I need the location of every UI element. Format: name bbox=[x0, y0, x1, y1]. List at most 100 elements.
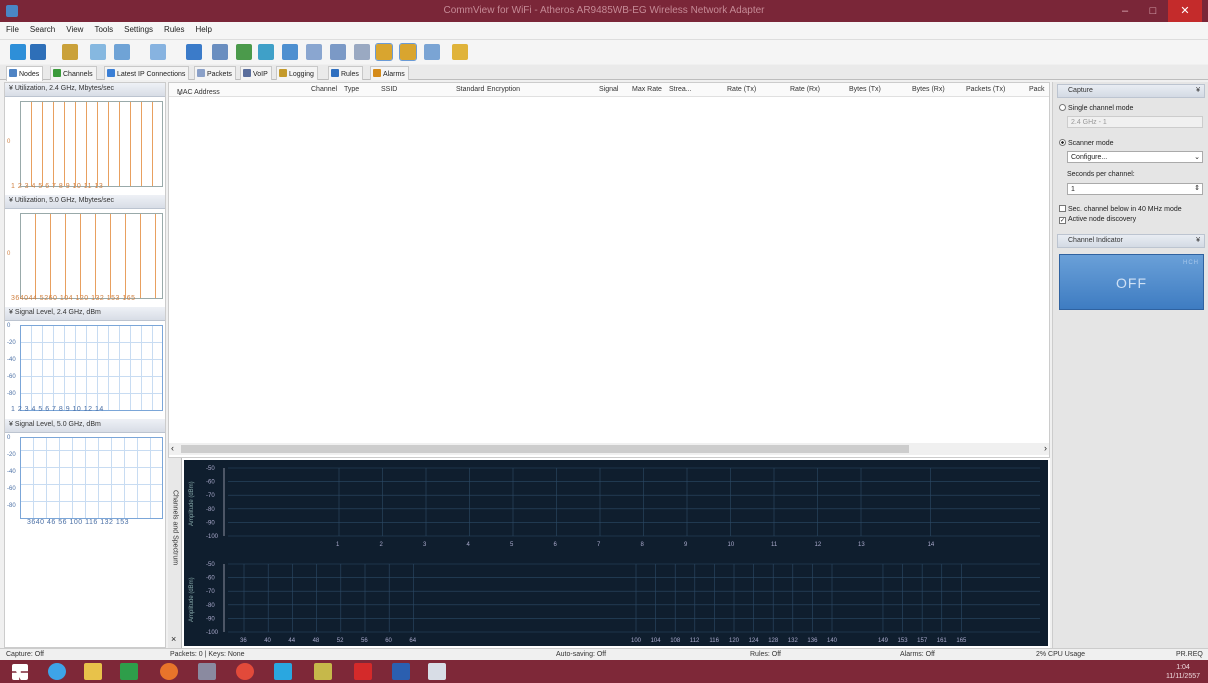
window-title: CommView for WiFi - Atheros AR9485WB-EG … bbox=[443, 5, 765, 16]
tab-voip[interactable]: VoIP bbox=[240, 66, 272, 80]
sec-channel-label: Sec. channel below in 40 MHz mode bbox=[1068, 206, 1182, 213]
store-icon[interactable] bbox=[120, 663, 138, 680]
scanner-mode-radio[interactable]: Scanner mode bbox=[1059, 139, 1114, 147]
open-log-icon[interactable] bbox=[62, 44, 78, 60]
nodes-icon[interactable] bbox=[236, 44, 252, 60]
pin-icon[interactable] bbox=[424, 44, 440, 60]
tab-rules[interactable]: Rules bbox=[328, 66, 363, 80]
settings-icon[interactable] bbox=[282, 44, 298, 60]
col-bytes-rx[interactable]: Bytes (Rx) bbox=[912, 86, 945, 93]
y-axis-label: -80 bbox=[7, 391, 16, 397]
col-signal[interactable]: Signal bbox=[599, 86, 618, 93]
scrollbar-thumb[interactable] bbox=[181, 445, 909, 453]
clock[interactable]: 1:04 11/11/2557 bbox=[1166, 663, 1200, 681]
col-encryption[interactable]: Encryption bbox=[487, 86, 520, 93]
close-button[interactable]: ✕ bbox=[1168, 0, 1202, 22]
packet-generator-icon[interactable] bbox=[90, 44, 106, 60]
col-standard[interactable]: Standard bbox=[456, 86, 484, 93]
rule-icon[interactable] bbox=[375, 43, 393, 61]
tools-icon[interactable] bbox=[354, 44, 370, 60]
close-icon[interactable]: × bbox=[171, 634, 176, 644]
menu-file[interactable]: File bbox=[0, 22, 24, 34]
tab-latest-ip-connections[interactable]: Latest IP Connections bbox=[104, 66, 190, 80]
col-max-rate[interactable]: Max Rate bbox=[632, 86, 662, 93]
menu-help[interactable]: Help bbox=[190, 22, 217, 34]
clock-time: 1:04 bbox=[1176, 664, 1190, 671]
decrypt-icon[interactable] bbox=[212, 44, 228, 60]
packets-icon bbox=[197, 69, 205, 77]
statistics-icon[interactable] bbox=[258, 44, 274, 60]
channel-label: 44 bbox=[288, 638, 295, 644]
col-channel[interactable]: Channel bbox=[311, 86, 337, 93]
col-rate-tx[interactable]: Rate (Tx) bbox=[727, 86, 756, 93]
firefox-icon[interactable] bbox=[160, 663, 178, 680]
col-packets-rx[interactable]: Pack bbox=[1029, 86, 1045, 93]
configure-select[interactable]: Configure... ⌄ bbox=[1067, 151, 1203, 163]
status-rules: Rules: Off bbox=[750, 651, 781, 658]
horizontal-scrollbar[interactable]: ‹ › bbox=[169, 443, 1049, 455]
search-icon[interactable] bbox=[186, 44, 202, 60]
capture-header[interactable]: Capture ¥ bbox=[1057, 84, 1205, 98]
single-channel-radio[interactable]: Single channel mode bbox=[1059, 104, 1133, 112]
col-type[interactable]: Type bbox=[344, 86, 359, 93]
col-packets-tx[interactable]: Packets (Tx) bbox=[966, 86, 1005, 93]
about-icon[interactable] bbox=[452, 44, 468, 60]
word-icon[interactable] bbox=[392, 663, 410, 680]
collapse-icon[interactable]: ¥ bbox=[1196, 87, 1200, 94]
scroll-right-icon[interactable]: › bbox=[1044, 443, 1047, 453]
maximize-button[interactable]: □ bbox=[1140, 0, 1166, 22]
y-axis-label: -20 bbox=[7, 452, 16, 458]
signal-24-header[interactable]: ¥ Signal Level, 2.4 GHz, dBm bbox=[5, 307, 165, 321]
utilization-24-header[interactable]: ¥ Utilization, 2.4 GHz, Mbytes/sec bbox=[5, 83, 165, 97]
skype-icon[interactable] bbox=[274, 663, 292, 680]
app-icon[interactable] bbox=[198, 663, 216, 680]
col-bytes-tx[interactable]: Bytes (Tx) bbox=[849, 86, 881, 93]
channel-label: 149 bbox=[878, 638, 889, 644]
scroll-left-icon[interactable]: ‹ bbox=[171, 443, 174, 453]
spectrum-tab[interactable]: Channels and Spectrum × bbox=[168, 458, 182, 648]
stop-capture-icon[interactable] bbox=[30, 44, 46, 60]
menu-settings[interactable]: Settings bbox=[118, 22, 158, 34]
col-rate-rx[interactable]: Rate (Rx) bbox=[790, 86, 820, 93]
menu-search[interactable]: Search bbox=[24, 22, 60, 34]
tab-packets[interactable]: Packets bbox=[194, 66, 236, 80]
tab-channels[interactable]: Channels bbox=[50, 66, 97, 80]
start-capture-icon[interactable] bbox=[10, 44, 26, 60]
start-icon[interactable] bbox=[12, 664, 28, 680]
channel-label: 153 bbox=[898, 638, 909, 644]
minimize-button[interactable]: – bbox=[1112, 0, 1138, 22]
seconds-stepper[interactable]: 1 ⇕ bbox=[1067, 183, 1203, 195]
save-icon[interactable] bbox=[150, 44, 166, 60]
tab-logging[interactable]: Logging bbox=[276, 66, 318, 80]
log-viewer-icon[interactable] bbox=[306, 44, 322, 60]
menu-tools[interactable]: Tools bbox=[88, 22, 118, 34]
chrome-icon[interactable] bbox=[236, 663, 254, 680]
tab-nodes[interactable]: Nodes bbox=[6, 66, 44, 81]
menu-rules[interactable]: Rules bbox=[158, 22, 189, 34]
right-panel: Capture ¥ Single channel mode 2.4 GHz - 1… bbox=[1052, 82, 1208, 648]
col-ssid[interactable]: SSID bbox=[381, 86, 397, 93]
menu-view[interactable]: View bbox=[60, 22, 88, 34]
reconstruct-icon[interactable] bbox=[114, 44, 130, 60]
stepper-icon[interactable]: ⇕ bbox=[1194, 184, 1200, 192]
signal-50-header[interactable]: ¥ Signal Level, 5.0 GHz, dBm bbox=[5, 419, 165, 433]
acrobat-icon[interactable] bbox=[354, 663, 372, 680]
alarm-icon[interactable] bbox=[399, 43, 417, 61]
internet-explorer-icon[interactable] bbox=[48, 663, 66, 680]
y-tick-label: -90 bbox=[206, 616, 215, 622]
file-explorer-icon[interactable] bbox=[84, 663, 102, 680]
col-streams[interactable]: Strea... bbox=[669, 86, 692, 93]
photos-icon[interactable] bbox=[314, 663, 332, 680]
single-channel-select[interactable]: 2.4 GHz - 1 bbox=[1067, 116, 1203, 128]
y-tick-label: -50 bbox=[206, 466, 215, 472]
y-tick-label: -90 bbox=[206, 520, 215, 526]
channel-label: 108 bbox=[670, 638, 681, 644]
sec-channel-checkbox[interactable]: Sec. channel below in 40 MHz mode bbox=[1059, 205, 1182, 213]
channel-label: 56 bbox=[361, 638, 368, 644]
tab-alarms[interactable]: Alarms bbox=[370, 66, 409, 80]
tab-label: Nodes bbox=[19, 71, 40, 78]
monitor-icon[interactable] bbox=[330, 44, 346, 60]
active-discovery-checkbox[interactable]: ✓ Active node discovery bbox=[1059, 216, 1136, 224]
commview-icon[interactable] bbox=[428, 663, 446, 680]
utilization-50-header[interactable]: ¥ Utilization, 5.0 GHz, Mbytes/sec bbox=[5, 195, 165, 209]
